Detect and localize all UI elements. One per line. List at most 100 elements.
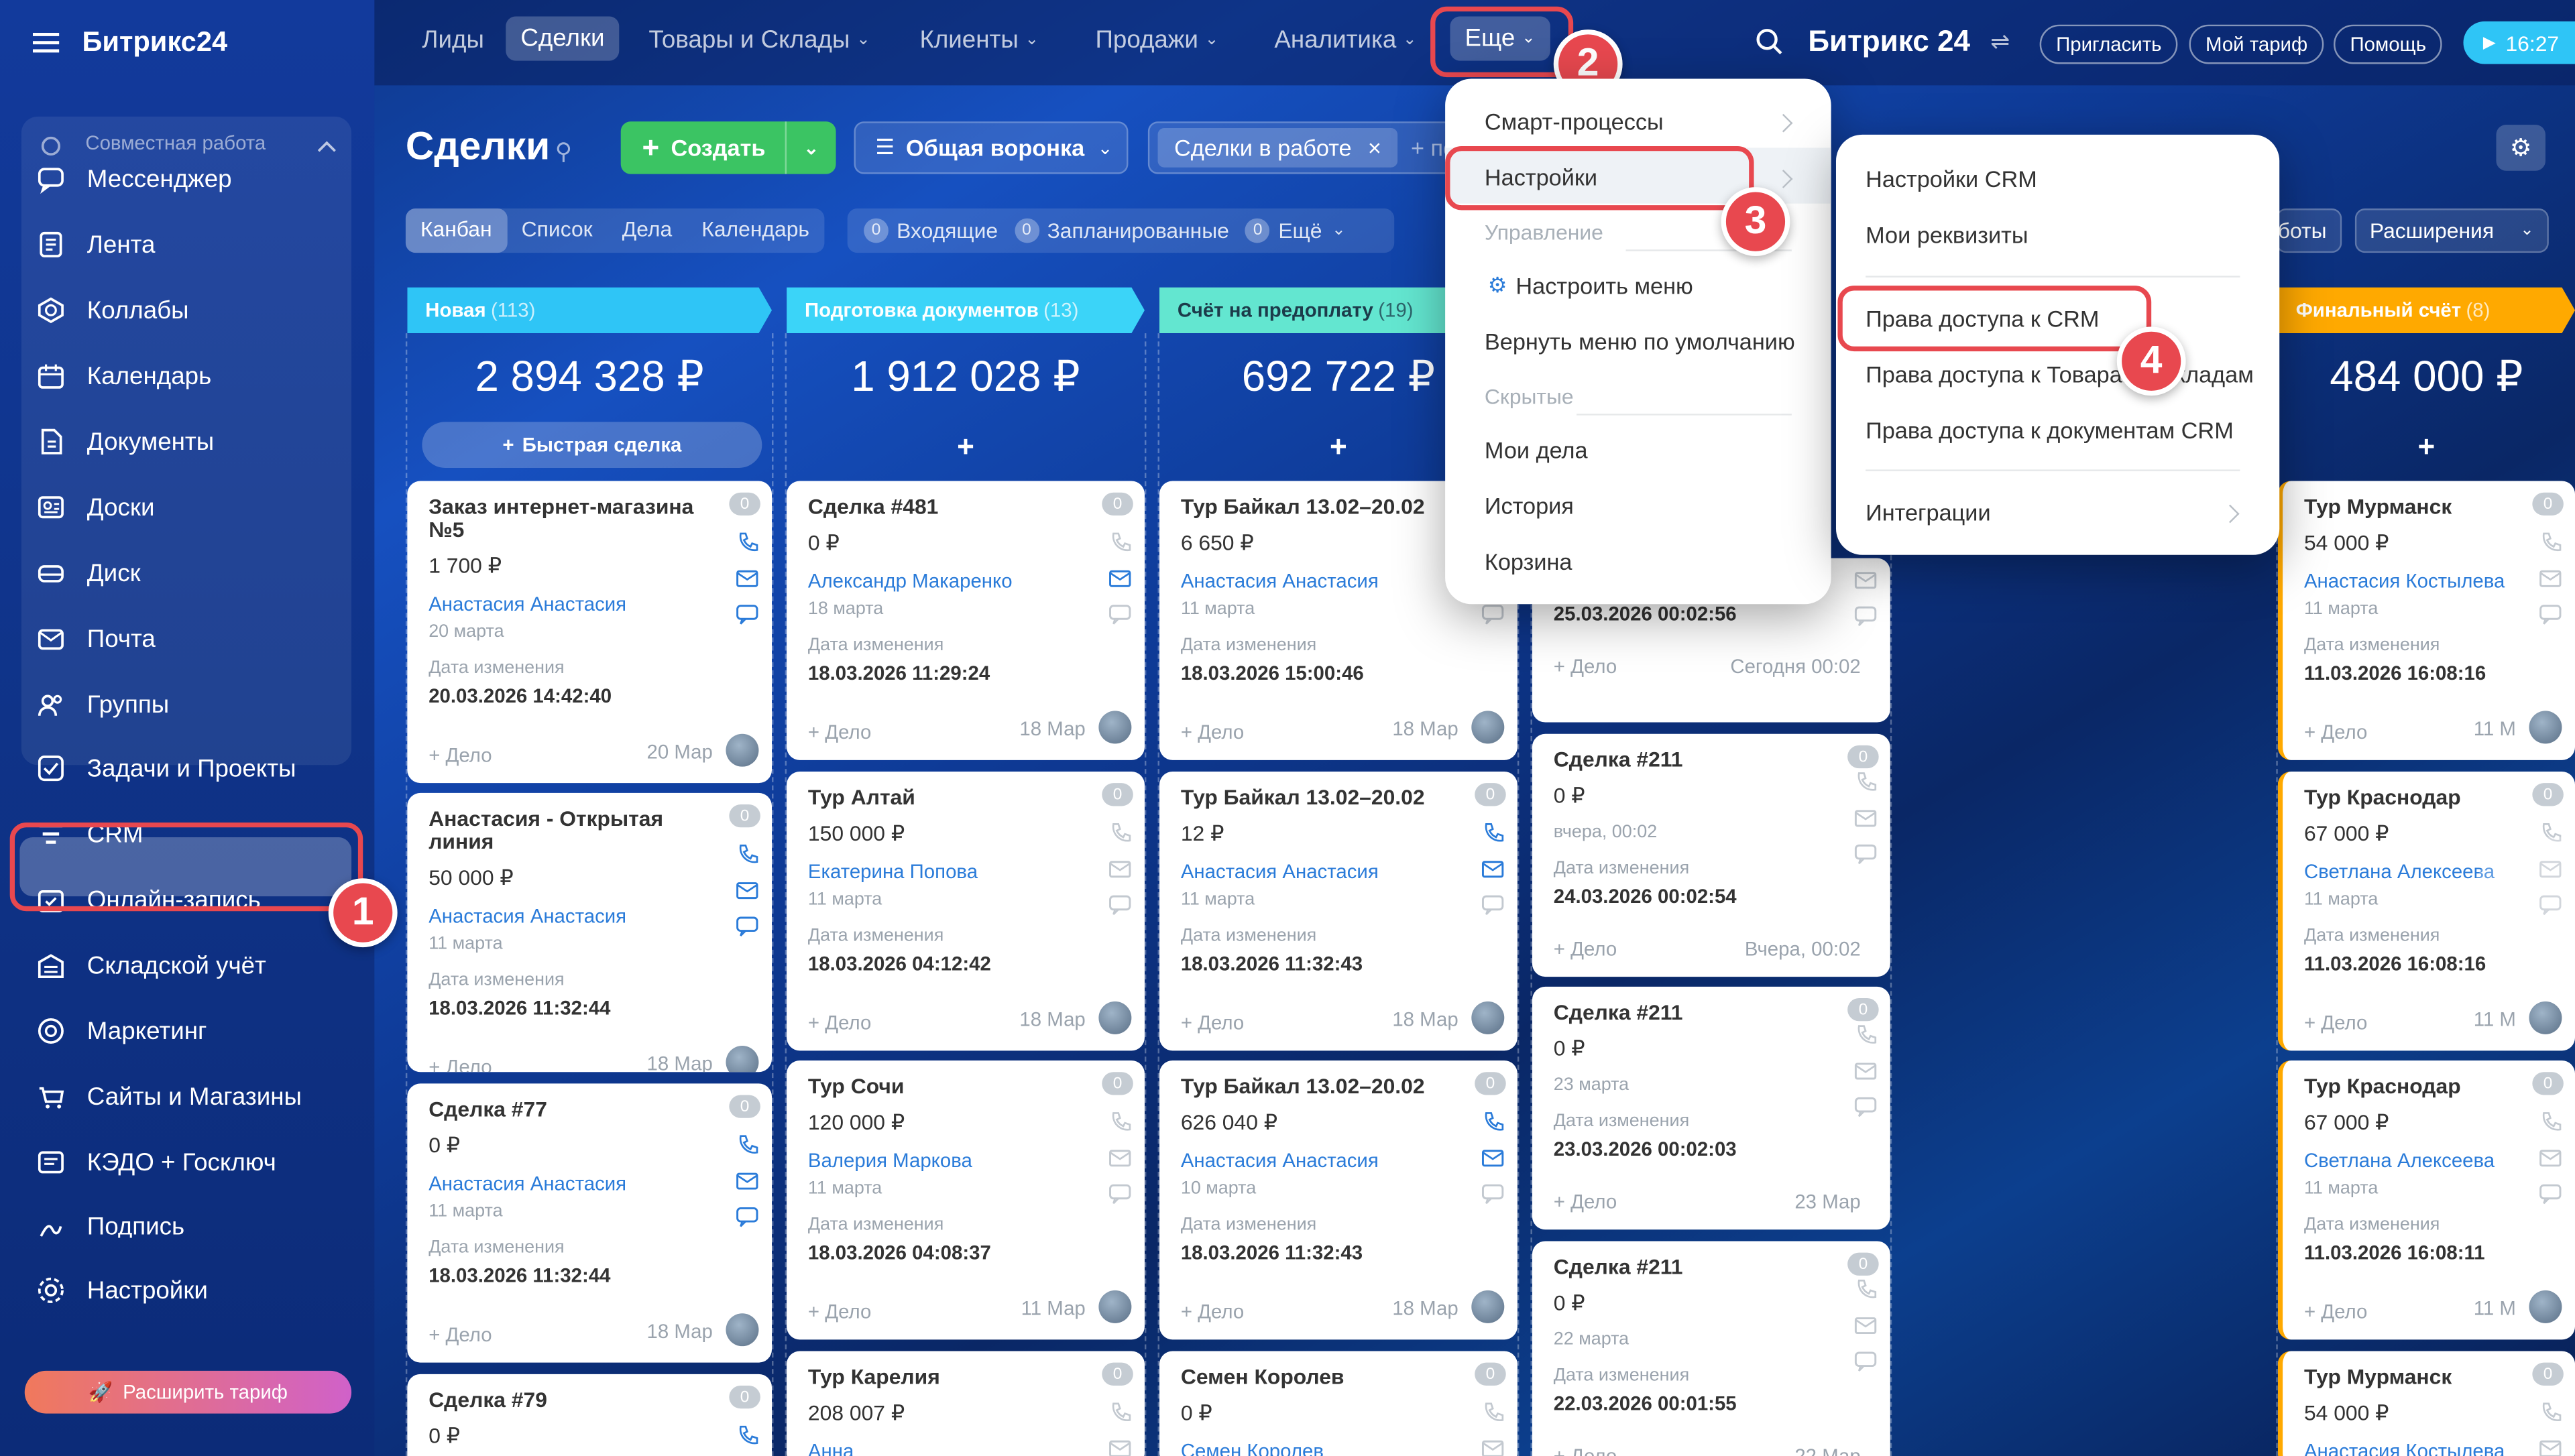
nav-deals[interactable]: Сделки <box>506 16 620 61</box>
chat-icon[interactable] <box>1854 842 1877 865</box>
phone-icon[interactable] <box>2539 530 2562 553</box>
mail-icon[interactable] <box>736 566 758 589</box>
add-activity-link[interactable]: + Дело <box>1181 1300 1244 1323</box>
chat-icon[interactable] <box>1108 893 1131 916</box>
add-activity-link[interactable]: + Дело <box>1554 655 1617 678</box>
phone-icon[interactable] <box>1854 1277 1877 1300</box>
phone-icon[interactable] <box>1108 1110 1131 1133</box>
chat-icon[interactable] <box>2539 1182 2562 1205</box>
funnel-select[interactable]: ☰ Общая воронка ⌄ <box>854 121 1129 174</box>
search-icon[interactable] <box>1756 28 1784 56</box>
filter-tag[interactable]: Сделки в работе × <box>1157 128 1398 168</box>
menu-my-tasks[interactable]: Мои дела <box>1485 436 1588 463</box>
mail-icon[interactable] <box>1108 1146 1131 1168</box>
sidebar-item-feed[interactable]: Лента <box>36 212 348 278</box>
phone-icon[interactable] <box>2539 1400 2562 1423</box>
add-activity-link[interactable]: + Дело <box>1554 1191 1617 1213</box>
deal-contact[interactable]: Анастасия Костылева <box>2304 570 2505 593</box>
avatar[interactable] <box>1471 711 1505 744</box>
deal-contact[interactable]: Анастасия Анастасия <box>1181 1149 1379 1172</box>
sidebar-item-collabs[interactable]: Коллабы <box>36 278 348 343</box>
mail-icon[interactable] <box>736 1169 758 1192</box>
expand-tariff-button[interactable]: 🚀 Расширить тариф <box>24 1370 352 1414</box>
chat-icon[interactable] <box>1854 1349 1877 1372</box>
mail-icon[interactable] <box>1481 857 1504 879</box>
avatar[interactable] <box>726 1046 759 1073</box>
phone-icon[interactable] <box>1481 1110 1504 1133</box>
mail-icon[interactable] <box>1481 1437 1504 1456</box>
mail-icon[interactable] <box>1108 1437 1131 1456</box>
deal-title[interactable]: Сделка #211 <box>1554 1001 1857 1024</box>
phone-icon[interactable] <box>1481 1400 1504 1423</box>
deal-title[interactable]: Тур Мурманск <box>2304 495 2575 519</box>
stage-header[interactable]: Новая (113) <box>407 288 772 334</box>
sidebar-item-warehouse[interactable]: Складской учёт <box>36 932 348 998</box>
settings-gear-button[interactable]: ⚙ <box>2496 125 2545 171</box>
create-dropdown-icon[interactable]: ⌄ <box>785 121 836 174</box>
add-activity-link[interactable]: + Дело <box>1554 937 1617 960</box>
sidebar-item-kedo[interactable]: КЭДО + Госключ <box>36 1130 348 1195</box>
deal-title[interactable]: Тур Сочи <box>808 1075 1112 1098</box>
sidebar-item-calendar[interactable]: Календарь <box>36 343 348 409</box>
add-activity-link[interactable]: + Дело <box>2304 721 2367 743</box>
avatar[interactable] <box>2529 1001 2562 1034</box>
deal-card[interactable]: 0 Сделка #211 0 ₽ вчера, 00:02 Дата изменени… <box>1532 733 1890 977</box>
nav-products[interactable]: Товары и Склады ⌄ <box>648 26 870 54</box>
phone-icon[interactable] <box>1854 1023 1877 1046</box>
add-activity-link[interactable]: + Дело <box>808 1012 871 1034</box>
phone-icon[interactable] <box>2539 1110 2562 1133</box>
chat-icon[interactable] <box>1854 604 1877 627</box>
phone-icon[interactable] <box>1481 821 1504 844</box>
phone-icon[interactable] <box>1854 770 1877 793</box>
add-activity-link[interactable]: + Дело <box>1181 721 1244 743</box>
submenu-products-access[interactable]: Права доступа к Товарам и складам <box>1866 361 2254 387</box>
chat-icon[interactable] <box>2539 603 2562 625</box>
phone-icon[interactable] <box>736 530 758 553</box>
avatar[interactable] <box>726 1313 759 1347</box>
deal-card[interactable]: 0 Сделка #211 0 ₽22 марта Дата изменения 22.… <box>1532 1241 1890 1456</box>
view-activities[interactable]: Дела <box>608 208 687 253</box>
invite-button[interactable]: Пригласить <box>2039 24 2178 64</box>
deal-title[interactable]: Тур Байкал 13.02–20.02 <box>1181 495 1485 519</box>
mail-icon[interactable] <box>2539 566 2562 589</box>
deal-card[interactable]: 0 Тур Алтай 150 000 ₽ Екатерина Попова 11 ма… <box>787 772 1145 1051</box>
deal-title[interactable]: Сделка #211 <box>1554 748 1857 772</box>
pin-icon[interactable]: ⚲ <box>555 138 572 166</box>
deal-contact[interactable]: Светлана Алексеева <box>2304 860 2495 883</box>
sidebar-item-marketing[interactable]: Маркетинг <box>36 998 348 1064</box>
view-kanban[interactable]: Канбан <box>405 208 507 253</box>
deal-card[interactable]: 0 Тур Краснодар 67 000 ₽ Светлана Алексеева… <box>2277 1060 2575 1340</box>
phone-icon[interactable] <box>736 842 758 865</box>
deal-title[interactable]: Тур Алтай <box>808 786 1112 809</box>
view-list[interactable]: Список <box>507 208 608 253</box>
sidebar-item-disk[interactable]: Диск <box>36 540 348 606</box>
chat-icon[interactable] <box>1108 603 1131 625</box>
deal-contact[interactable]: Анастасия Костылева <box>2304 1440 2505 1456</box>
time-tracker[interactable]: ▶ 16:27 <box>2463 21 2575 64</box>
mail-icon[interactable] <box>2539 1437 2562 1456</box>
view-calendar[interactable]: Календарь <box>687 208 824 253</box>
avatar[interactable] <box>1098 1290 1132 1323</box>
add-activity-link[interactable]: + Дело <box>2304 1012 2367 1034</box>
extensions-button[interactable]: Расширения ⌄ <box>2354 208 2549 253</box>
deal-card[interactable]: 0 Семен Королев 0 ₽ Семен Королев <box>1159 1351 1518 1456</box>
avatar[interactable] <box>1098 711 1132 744</box>
add-activity-link[interactable]: + Дело <box>2304 1300 2367 1323</box>
mail-icon[interactable] <box>1854 1313 1877 1336</box>
deal-title[interactable]: Семен Королев <box>1181 1365 1485 1389</box>
deal-card[interactable]: 0 Сделка #481 0 ₽ Александр Макаренко 18 мар… <box>787 481 1145 760</box>
counter-incoming[interactable]: Входящие <box>897 219 998 243</box>
deal-contact[interactable]: Александр Макаренко <box>808 570 1013 593</box>
chat-icon[interactable] <box>1108 1182 1131 1205</box>
sidebar-item-settings[interactable]: Настройки <box>36 1258 348 1323</box>
submenu-requisites[interactable]: Мои реквизиты <box>1866 222 2028 248</box>
deal-contact[interactable]: Анастасия Анастасия <box>1181 860 1379 883</box>
deal-title[interactable]: Сделка #481 <box>808 495 1112 519</box>
avatar[interactable] <box>1098 1001 1132 1034</box>
create-button[interactable]: + Создать ⌄ <box>620 121 836 174</box>
deal-title[interactable]: Тур Краснодар <box>2304 1075 2575 1098</box>
nav-leads[interactable]: Лиды <box>422 26 483 54</box>
sidebar-item-tasks[interactable]: Задачи и Проекты <box>36 735 348 801</box>
mail-icon[interactable] <box>1108 857 1131 879</box>
stage-header[interactable]: Финальный счёт (8) <box>2278 288 2575 334</box>
